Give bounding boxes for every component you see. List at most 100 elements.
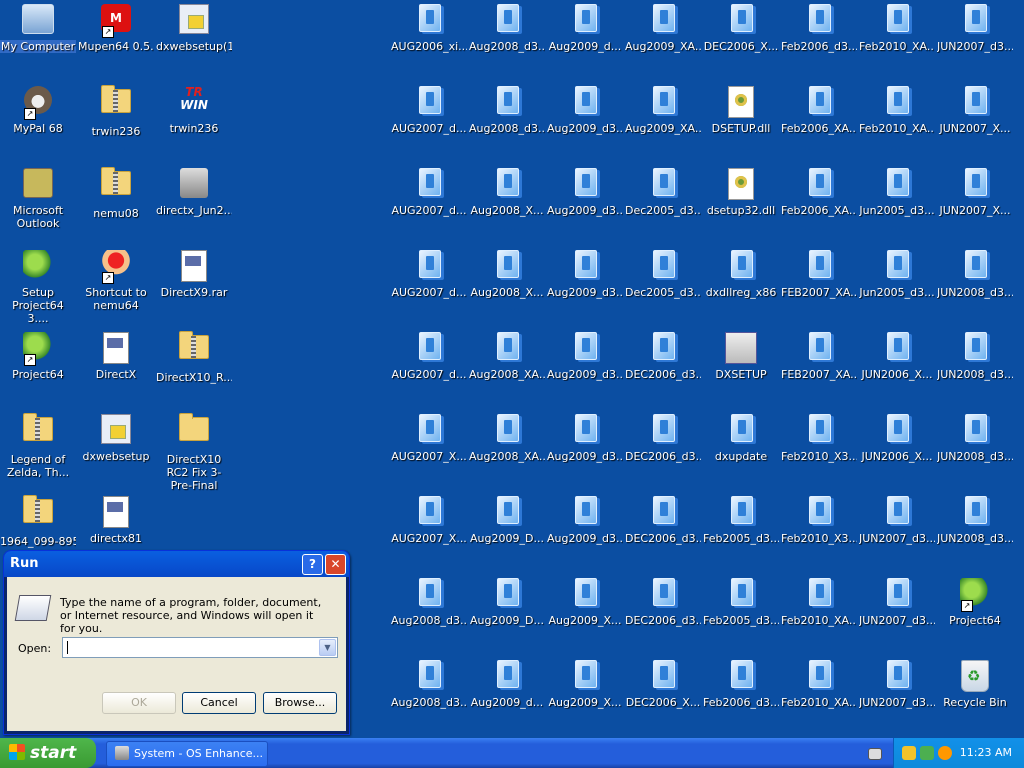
file-icon-item[interactable]: Feb2010_X3...: [781, 412, 857, 492]
file-icon-item[interactable]: AUG2007_X...: [391, 494, 467, 574]
search-icon[interactable]: [938, 746, 952, 760]
file-icon-item[interactable]: Feb2010_XA...: [781, 576, 857, 656]
file-icon-item[interactable]: Feb2010_XA...: [781, 658, 857, 738]
network-icon[interactable]: [920, 746, 934, 760]
file-icon-item[interactable]: JUN2008_d3...: [937, 248, 1013, 328]
file-icon-item[interactable]: Feb2006_XA...: [781, 166, 857, 246]
file-icon-item[interactable]: Aug2009_d...: [547, 2, 623, 82]
file-icon-item[interactable]: JUN2007_d3...: [937, 2, 1013, 82]
file-icon-item[interactable]: Aug2008_XA...: [469, 412, 545, 492]
open-combobox[interactable]: ▼: [62, 637, 338, 658]
file-icon-item[interactable]: Dec2005_d3...: [625, 248, 701, 328]
file-icon-item[interactable]: DEC2006_d3...: [625, 330, 701, 410]
file-icon-item[interactable]: Aug2008_X...: [469, 248, 545, 328]
file-icon-item[interactable]: Aug2008_d3...: [391, 576, 467, 656]
file-icon-item[interactable]: ↗ Project64: [937, 576, 1013, 656]
file-icon-item[interactable]: Aug2008_d3...: [469, 2, 545, 82]
file-icon-item[interactable]: Aug2008_d3...: [391, 658, 467, 738]
desktop-icon-directx10-r[interactable]: DirectX10_R...: [156, 330, 232, 410]
ok-button[interactable]: OK: [102, 692, 176, 714]
file-icon-item[interactable]: Feb2006_XA...: [781, 84, 857, 164]
desktop-icon-outlook[interactable]: Microsoft Outlook: [0, 166, 76, 246]
desktop-icon-directx-jun[interactable]: directx_Jun2...: [156, 166, 232, 246]
file-icon-item[interactable]: dxdllreg_x86: [703, 248, 779, 328]
browse-button[interactable]: Browse...: [263, 692, 337, 714]
file-icon-item[interactable]: Aug2009_X...: [547, 576, 623, 656]
desktop-icon-directx9-rar[interactable]: DirectX9.rar: [156, 248, 232, 328]
desktop-icon-trwin236[interactable]: TR WIN trwin236: [156, 84, 232, 164]
file-icon-item[interactable]: Feb2006_d3...: [703, 658, 779, 738]
file-icon-item[interactable]: JUN2008_d3...: [937, 494, 1013, 574]
file-icon-item[interactable]: Aug2009_D...: [469, 494, 545, 574]
desktop-icon-trwin236-folder[interactable]: trwin236: [78, 84, 154, 164]
file-icon-item[interactable]: AUG2007_d...: [391, 248, 467, 328]
file-icon-item[interactable]: DXSETUP: [703, 330, 779, 410]
desktop-icon-dxwebsetup-1[interactable]: dxwebsetup(1): [156, 2, 232, 82]
file-icon-item[interactable]: AUG2007_d...: [391, 84, 467, 164]
file-icon-item[interactable]: dsetup32.dll: [703, 166, 779, 246]
file-icon-item[interactable]: AUG2006_xi...: [391, 2, 467, 82]
file-icon-item[interactable]: Feb2005_d3...: [703, 494, 779, 574]
file-icon-item[interactable]: JUN2007_d3...: [859, 494, 935, 574]
file-icon-item[interactable]: Aug2008_XA...: [469, 330, 545, 410]
desktop-icon-nemu08[interactable]: nemu08: [78, 166, 154, 246]
file-icon-item[interactable]: Aug2009_XA...: [625, 2, 701, 82]
file-icon-item[interactable]: Aug2009_D...: [469, 576, 545, 656]
help-button[interactable]: ?: [302, 554, 323, 575]
desktop-icon-my-computer[interactable]: My Computer: [0, 2, 76, 82]
file-icon-item[interactable]: JUN2006_X...: [859, 330, 935, 410]
desktop-icon-dxwebsetup[interactable]: dxwebsetup: [78, 412, 154, 492]
file-icon-item[interactable]: DSETUP.dll: [703, 84, 779, 164]
file-icon-item[interactable]: JUN2008_d3...: [937, 330, 1013, 410]
file-icon-item[interactable]: Aug2009_X...: [547, 658, 623, 738]
file-icon-item[interactable]: Dec2005_d3...: [625, 166, 701, 246]
file-icon-item[interactable]: JUN2008_d3...: [937, 412, 1013, 492]
file-icon-item[interactable]: JUN2007_d3...: [859, 658, 935, 738]
file-icon-item[interactable]: DEC2006_d3...: [625, 494, 701, 574]
desktop-icon-setup-project64[interactable]: Setup Project64 3....: [0, 248, 76, 328]
file-icon-item[interactable]: AUG2007_X...: [391, 412, 467, 492]
file-icon-item[interactable]: FEB2007_XA...: [781, 330, 857, 410]
keyboard-icon[interactable]: [868, 748, 882, 760]
file-icon-item[interactable]: Aug2008_d3...: [469, 84, 545, 164]
desktop-icon-mupen64[interactable]: M ↗ Mupen64 0.5.1: [78, 2, 154, 82]
file-icon-item[interactable]: DEC2006_X...: [703, 2, 779, 82]
file-icon-item[interactable]: JUN2006_X...: [859, 412, 935, 492]
desktop-icon-directx10-rc2[interactable]: DirectX10 RC2 Fix 3-Pre-Final: [156, 412, 232, 492]
file-icon-item[interactable]: Aug2009_d3...: [547, 166, 623, 246]
file-icon-item[interactable]: Feb2010_XA...: [859, 84, 935, 164]
desktop-icon-mypal[interactable]: ↗ MyPal 68: [0, 84, 76, 164]
file-icon-item[interactable]: Feb2010_XA...: [859, 2, 935, 82]
file-icon-item[interactable]: Aug2009_XA...: [625, 84, 701, 164]
cancel-button[interactable]: Cancel: [182, 692, 256, 714]
file-icon-item[interactable]: DEC2006_X...: [625, 658, 701, 738]
file-icon-item[interactable]: JUN2007_X...: [937, 84, 1013, 164]
security-shield-icon[interactable]: [902, 746, 916, 760]
desktop-icon-zelda[interactable]: Legend of Zelda, Th...: [0, 412, 76, 492]
file-icon-item[interactable]: AUG2007_d...: [391, 330, 467, 410]
file-icon-item[interactable]: Aug2009_d3...: [547, 248, 623, 328]
file-icon-item[interactable]: Feb2006_d3...: [781, 2, 857, 82]
file-icon-item[interactable]: Aug2009_d3...: [547, 412, 623, 492]
file-icon-item[interactable]: Jun2005_d3...: [859, 248, 935, 328]
file-icon-item[interactable]: Jun2005_d3...: [859, 166, 935, 246]
file-icon-item[interactable]: DEC2006_d3...: [625, 412, 701, 492]
file-icon-item[interactable]: Feb2005_d3...: [703, 576, 779, 656]
file-icon-item[interactable]: Feb2010_X3...: [781, 494, 857, 574]
start-button[interactable]: start: [0, 738, 96, 768]
file-icon-item[interactable]: Recycle Bin: [937, 658, 1013, 738]
file-icon-item[interactable]: JUN2007_d3...: [859, 576, 935, 656]
file-icon-item[interactable]: JUN2007_X...: [937, 166, 1013, 246]
close-button[interactable]: ✕: [325, 554, 346, 575]
file-icon-item[interactable]: DEC2006_d3...: [625, 576, 701, 656]
desktop-icon-project64[interactable]: ↗ Project64: [0, 330, 76, 410]
file-icon-item[interactable]: Aug2009_d3...: [547, 84, 623, 164]
desktop-icon-shortcut-nemu64[interactable]: ↗ Shortcut to nemu64: [78, 248, 154, 328]
file-icon-item[interactable]: Aug2009_d3...: [547, 494, 623, 574]
file-icon-item[interactable]: Aug2008_X...: [469, 166, 545, 246]
file-icon-item[interactable]: Aug2009_d3...: [547, 330, 623, 410]
desktop-icon-directx[interactable]: DirectX: [78, 330, 154, 410]
file-icon-item[interactable]: FEB2007_XA...: [781, 248, 857, 328]
file-icon-item[interactable]: Aug2009_d...: [469, 658, 545, 738]
file-icon-item[interactable]: AUG2007_d...: [391, 166, 467, 246]
